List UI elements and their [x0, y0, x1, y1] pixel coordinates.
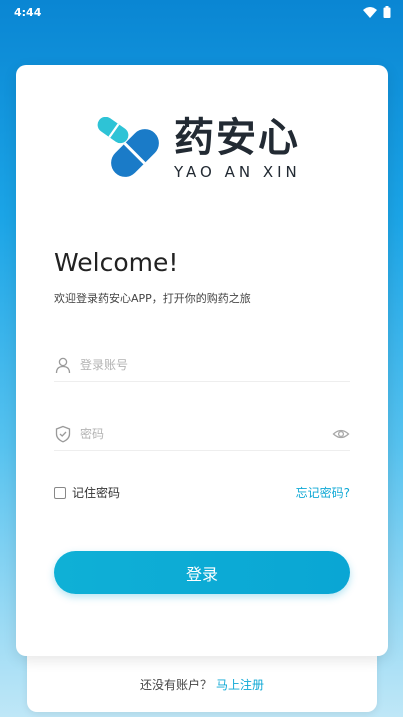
password-input[interactable] — [80, 426, 332, 441]
remember-password[interactable]: 记住密码 — [54, 484, 120, 501]
password-field — [54, 417, 350, 451]
remember-checkbox[interactable] — [54, 486, 66, 499]
pill-capsule-icon — [95, 116, 161, 179]
welcome-title: Welcome! — [54, 248, 179, 277]
user-icon — [54, 356, 72, 374]
status-bar: 4:44 — [0, 0, 403, 24]
remember-label: 记住密码 — [72, 486, 121, 500]
register-link[interactable]: 马上注册 — [216, 678, 264, 692]
register-row: 还没有账户？ 马上注册 — [27, 676, 377, 693]
brand-name-en: YAO AN XIN — [174, 163, 301, 181]
forgot-password-link[interactable]: 忘记密码? — [296, 484, 350, 501]
status-icons — [363, 6, 391, 18]
brand-name-cn: 药安心 — [174, 115, 300, 161]
welcome-subtitle: 欢迎登录药安心APP，打开你的购药之旅 — [54, 292, 251, 305]
wifi-icon — [363, 6, 377, 18]
account-field — [54, 348, 350, 382]
register-prompt: 还没有账户？ — [139, 678, 212, 692]
login-button[interactable]: 登录 — [54, 551, 350, 594]
eye-icon[interactable] — [332, 425, 350, 443]
battery-icon — [383, 6, 391, 18]
shield-icon — [54, 425, 72, 443]
account-input[interactable] — [80, 357, 350, 372]
status-time: 4:44 — [14, 5, 42, 19]
